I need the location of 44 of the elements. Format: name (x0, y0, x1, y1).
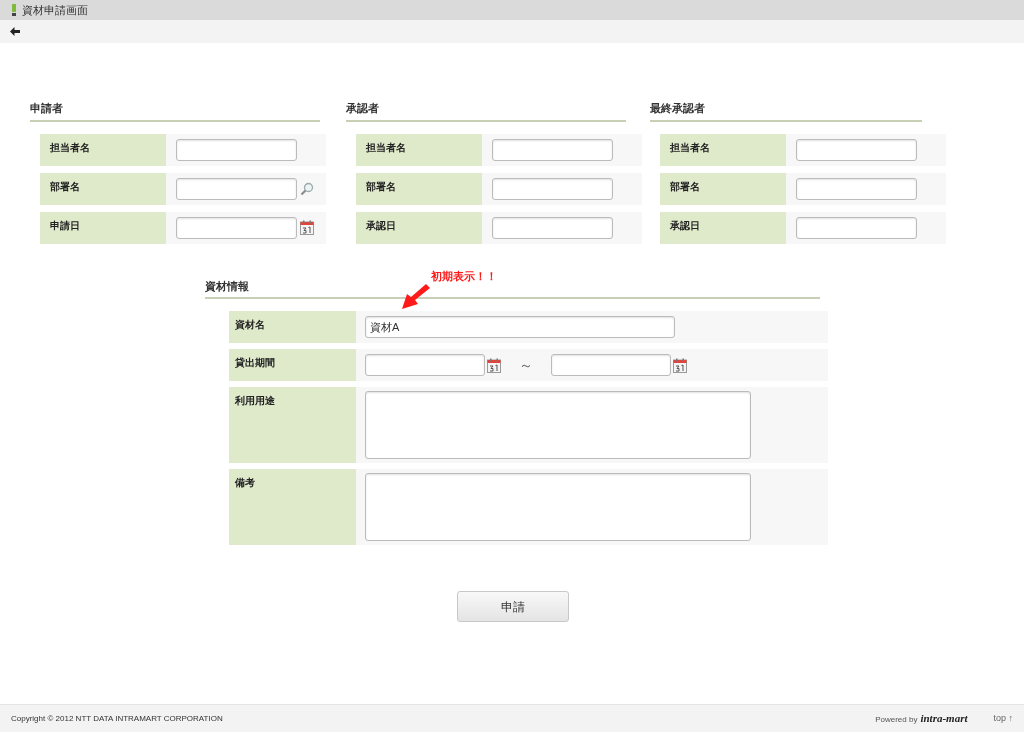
field-label: 申請日 (40, 211, 166, 244)
text-area[interactable] (365, 391, 751, 459)
input-field[interactable] (176, 177, 297, 200)
input-field[interactable] (796, 138, 917, 161)
field-label: 担当者名 (356, 133, 482, 166)
calendar-icon[interactable] (300, 220, 314, 235)
field-label: 貸出期間 (229, 349, 356, 381)
field-label: 資材名 (229, 311, 356, 343)
page-marker-icon (12, 4, 16, 16)
field-label: 担当者名 (40, 133, 166, 166)
copyright-text: Copyright © 2012 NTT DATA INTRAMART CORPORATION (11, 712, 223, 725)
section-title: 承認者 (346, 100, 626, 122)
input-field[interactable]: 資材A (365, 316, 675, 338)
submit-button[interactable]: 申請 (456, 591, 569, 622)
input-field[interactable] (176, 138, 297, 161)
field-label: 担当者名 (660, 133, 786, 166)
field-label: 部署名 (356, 172, 482, 205)
field-label: 部署名 (660, 172, 786, 205)
field-label: 承認日 (660, 211, 786, 244)
top-link[interactable]: top ↑ (993, 711, 1013, 726)
input-field[interactable] (492, 216, 613, 239)
input-field[interactable] (176, 216, 297, 239)
calendar-icon[interactable] (673, 357, 687, 373)
field-label: 利用用途 (229, 387, 356, 463)
field-label: 部署名 (40, 172, 166, 205)
powered-by-text: Powered by (875, 714, 918, 726)
input-field[interactable] (796, 216, 917, 239)
section-title: 最終承認者 (650, 100, 922, 122)
field-label: 備考 (229, 469, 356, 545)
input-field[interactable] (492, 138, 613, 161)
section-title: 申請者 (30, 100, 320, 122)
window-title: 資材申請画面 (22, 2, 88, 18)
input-field[interactable] (796, 177, 917, 200)
date-field[interactable] (551, 354, 671, 376)
search-icon[interactable] (300, 181, 314, 196)
input-field[interactable] (492, 177, 613, 200)
range-separator: ～ (519, 355, 533, 375)
back-arrow-icon[interactable] (10, 27, 20, 36)
field-label: 承認日 (356, 211, 482, 244)
text-area[interactable] (365, 473, 751, 541)
calendar-icon[interactable] (487, 357, 501, 373)
annotation-arrow (401, 283, 431, 310)
date-field[interactable] (365, 354, 485, 376)
logo: intra-mart (920, 711, 968, 727)
